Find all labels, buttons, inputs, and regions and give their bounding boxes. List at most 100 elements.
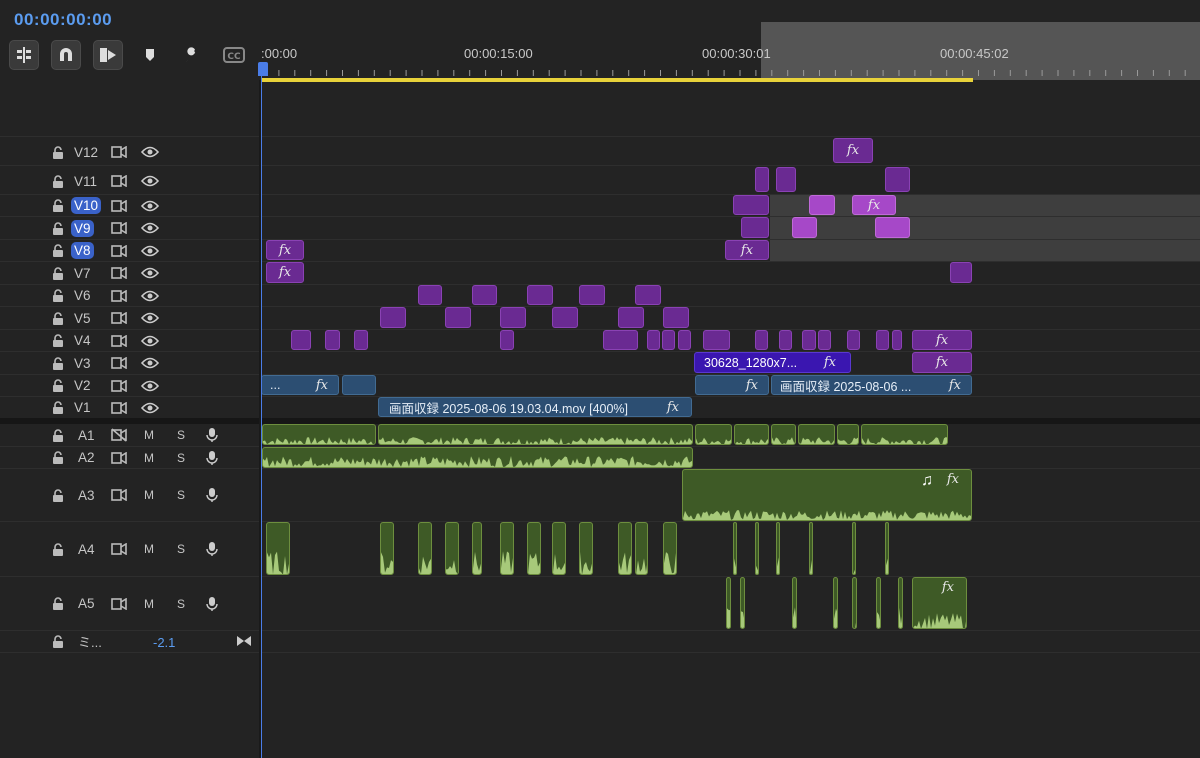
- video-clip-v2-left[interactable]: ... fx: [261, 375, 339, 395]
- lock-icon[interactable]: [52, 244, 64, 257]
- solo-button[interactable]: S: [177, 451, 185, 465]
- video-clip[interactable]: [792, 217, 817, 238]
- sync-lock-off-icon[interactable]: [111, 428, 127, 442]
- audio-clip[interactable]: [445, 522, 459, 575]
- video-clip[interactable]: [552, 307, 578, 328]
- video-clip[interactable]: [876, 330, 889, 350]
- eye-icon[interactable]: [141, 200, 159, 212]
- track-name[interactable]: A2: [78, 450, 95, 465]
- master-track-header[interactable]: ミ...: [0, 630, 259, 652]
- video-clip[interactable]: [950, 262, 972, 283]
- track-header-a2[interactable]: A2 M S: [0, 447, 259, 468]
- video-clip[interactable]: [663, 307, 689, 328]
- track-name[interactable]: V5: [74, 311, 91, 326]
- lock-icon[interactable]: [52, 451, 64, 464]
- audio-clip[interactable]: [852, 522, 856, 575]
- linked-selection-icon[interactable]: [93, 40, 123, 70]
- audio-clip[interactable]: ♫ fx: [682, 469, 972, 521]
- lock-icon[interactable]: [52, 634, 64, 648]
- video-clip[interactable]: [618, 307, 644, 328]
- solo-button[interactable]: S: [177, 428, 185, 442]
- video-clip[interactable]: [500, 330, 514, 350]
- video-clip[interactable]: [291, 330, 311, 350]
- track-header-a3[interactable]: A3 M S: [0, 469, 259, 521]
- video-clip[interactable]: fx: [833, 138, 873, 163]
- audio-clip[interactable]: [527, 522, 541, 575]
- audio-clip[interactable]: [418, 522, 432, 575]
- audio-clip[interactable]: [380, 522, 394, 575]
- audio-clip[interactable]: [798, 424, 835, 445]
- video-clip[interactable]: [472, 285, 497, 305]
- video-clip-v2-right[interactable]: 画面収録 2025-08-06 ... fx: [771, 375, 972, 395]
- video-clip[interactable]: [678, 330, 691, 350]
- lock-icon[interactable]: [52, 174, 64, 188]
- video-clip[interactable]: fx: [912, 330, 972, 350]
- mute-button[interactable]: M: [144, 451, 154, 465]
- solo-button[interactable]: S: [177, 488, 185, 502]
- track-name[interactable]: A1: [78, 428, 95, 443]
- eye-icon[interactable]: [141, 146, 159, 158]
- insert-tracks-icon[interactable]: [9, 40, 39, 70]
- lock-icon[interactable]: [52, 488, 64, 502]
- lock-icon[interactable]: [52, 145, 64, 159]
- track-header-v6[interactable]: V6: [0, 285, 259, 306]
- track-header-v5[interactable]: V5: [0, 307, 259, 329]
- sync-lock-film-icon[interactable]: [111, 146, 127, 158]
- bowtie-icon[interactable]: [236, 635, 252, 647]
- sync-lock-film-icon[interactable]: [111, 312, 127, 324]
- sync-lock-film-icon[interactable]: [111, 199, 127, 212]
- audio-clip[interactable]: [809, 522, 813, 575]
- track-name[interactable]: V8: [71, 242, 94, 259]
- eye-icon[interactable]: [141, 245, 159, 257]
- video-clip[interactable]: [445, 307, 471, 328]
- video-clip[interactable]: [818, 330, 831, 350]
- audio-clip[interactable]: [771, 424, 796, 445]
- lock-icon[interactable]: [52, 266, 64, 280]
- audio-clip[interactable]: [663, 522, 677, 575]
- sync-lock-film-icon[interactable]: [111, 289, 127, 302]
- audio-clip[interactable]: [885, 522, 889, 575]
- track-name[interactable]: V10: [71, 197, 102, 214]
- video-clip[interactable]: [802, 330, 816, 350]
- audio-clip[interactable]: [378, 424, 693, 445]
- lock-icon[interactable]: [52, 199, 64, 212]
- master-volume-value[interactable]: -2.1: [153, 635, 175, 650]
- microphone-icon[interactable]: [206, 596, 218, 612]
- track-header-v7[interactable]: V7: [0, 262, 259, 284]
- add-marker-icon[interactable]: [135, 40, 165, 70]
- video-clip[interactable]: [809, 195, 835, 215]
- video-clip[interactable]: [354, 330, 368, 350]
- track-header-v2[interactable]: V2: [0, 375, 259, 396]
- track-header-v11[interactable]: V11: [0, 169, 259, 193]
- wrench-settings-icon[interactable]: [177, 40, 207, 70]
- microphone-icon[interactable]: [206, 487, 218, 503]
- track-name[interactable]: V9: [71, 219, 94, 237]
- audio-clip[interactable]: [726, 577, 731, 629]
- video-clip[interactable]: [703, 330, 730, 350]
- track-name[interactable]: A5: [78, 596, 95, 611]
- video-clip[interactable]: [755, 330, 768, 350]
- audio-clip[interactable]: [472, 522, 482, 575]
- lock-icon[interactable]: [52, 597, 64, 610]
- lock-icon[interactable]: [52, 428, 64, 442]
- video-clip[interactable]: fx: [852, 195, 896, 215]
- mute-button[interactable]: M: [144, 428, 154, 442]
- mute-button[interactable]: M: [144, 542, 154, 556]
- lock-icon[interactable]: [52, 401, 64, 414]
- sync-lock-film-icon[interactable]: [111, 451, 127, 464]
- video-clip[interactable]: [847, 330, 860, 350]
- eye-icon[interactable]: [141, 175, 159, 187]
- audio-clip[interactable]: [733, 522, 737, 575]
- video-clip[interactable]: [579, 285, 605, 305]
- track-header-v3[interactable]: V3: [0, 352, 259, 374]
- audio-clip[interactable]: [695, 424, 732, 445]
- mute-button[interactable]: M: [144, 597, 154, 611]
- video-clip[interactable]: [325, 330, 340, 350]
- audio-clip[interactable]: [266, 522, 290, 575]
- playhead-timecode[interactable]: 00:00:00:00: [14, 10, 112, 30]
- track-header-v12[interactable]: V12: [0, 140, 259, 164]
- video-clip[interactable]: [380, 307, 406, 328]
- sync-lock-film-icon[interactable]: [111, 267, 127, 279]
- track-name[interactable]: V12: [74, 145, 98, 160]
- solo-button[interactable]: S: [177, 597, 185, 611]
